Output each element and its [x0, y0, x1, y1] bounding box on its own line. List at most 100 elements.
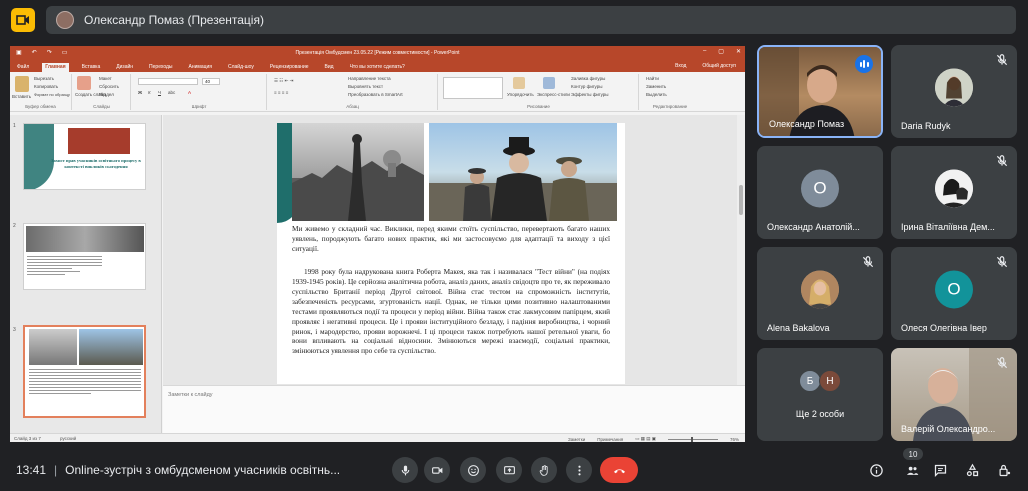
- select-button[interactable]: Выделить: [646, 92, 667, 97]
- bullets-button[interactable]: ☰ ☷ ⇤ ⇥: [274, 78, 293, 84]
- slide-scrollbar[interactable]: [737, 115, 745, 385]
- shape-outline-button[interactable]: Контур фигуры: [571, 84, 602, 89]
- host-controls-button[interactable]: [994, 460, 1014, 480]
- tab-design[interactable]: Дизайн: [113, 63, 136, 72]
- undo-icon[interactable]: ↶: [32, 49, 37, 56]
- presenter-banner[interactable]: Олександр Помаз (Презентація): [46, 6, 1016, 34]
- comments-toggle[interactable]: Примечания: [597, 437, 623, 442]
- font-size-field[interactable]: 40: [202, 78, 220, 85]
- group-label-drawing: Рисование: [527, 104, 550, 109]
- italic-button[interactable]: К: [148, 90, 151, 95]
- raise-hand-button[interactable]: [531, 457, 557, 483]
- align-text-button[interactable]: Выровнять текст: [348, 84, 383, 89]
- sign-in-link[interactable]: Вход: [672, 62, 689, 71]
- thumb-text-lines: [27, 256, 102, 277]
- scrollbar-thumb[interactable]: [739, 185, 743, 215]
- camera-button[interactable]: [424, 457, 450, 483]
- tab-transitions[interactable]: Переходы: [146, 63, 175, 72]
- participant-tile-others[interactable]: Б Н Ще 2 особи: [757, 348, 883, 441]
- ppt-title-bar: ▣ ↶ ↷ ▭ Презентація Омбудсмен 23.05.22 […: [10, 46, 745, 60]
- slide-thumbnail-2[interactable]: [23, 223, 146, 290]
- participant-tile-6[interactable]: О Олеся Олегівна Івер: [891, 247, 1017, 340]
- presenter-label: Олександр Помаз (Презентація): [84, 13, 264, 27]
- view-buttons[interactable]: ▭ ▦ ▤ ▣: [635, 436, 656, 442]
- notes-pane[interactable]: Заметки к слайду: [163, 385, 745, 433]
- slide-thumbnail-3[interactable]: [23, 325, 146, 418]
- text-direction-button[interactable]: Направление текста: [348, 76, 391, 81]
- format-painter-button[interactable]: Формат по образцу: [34, 92, 70, 97]
- thumb-number: 2: [13, 223, 16, 229]
- section-button[interactable]: Раздел: [99, 92, 114, 97]
- share-button[interactable]: Общий доступ: [699, 62, 739, 71]
- chat-icon: [934, 464, 946, 477]
- participant-tile-1[interactable]: Олександр Помаз: [757, 45, 883, 138]
- shape-fill-button[interactable]: Заливка фигуры: [571, 76, 605, 81]
- people-button[interactable]: [902, 460, 922, 480]
- chat-button[interactable]: [930, 460, 950, 480]
- find-button[interactable]: Найти: [646, 76, 659, 81]
- emoji-icon: [467, 464, 479, 476]
- quick-styles-icon[interactable]: [543, 77, 555, 89]
- tab-file[interactable]: Файл: [14, 63, 32, 72]
- save-icon[interactable]: ▣: [16, 49, 22, 56]
- participant-avatar: О: [801, 168, 839, 207]
- activities-button[interactable]: [962, 460, 982, 480]
- tab-home[interactable]: Главная: [42, 63, 69, 72]
- meeting-details-button[interactable]: [866, 460, 886, 480]
- layout-button[interactable]: Макет: [99, 76, 112, 81]
- close-icon[interactable]: ✕: [736, 48, 741, 55]
- participant-tile-8[interactable]: Валерій Олександро...: [891, 348, 1017, 441]
- present-screen-button[interactable]: [496, 457, 522, 483]
- participant-tile-2[interactable]: Daria Rudyk: [891, 45, 1017, 138]
- reset-button[interactable]: Сбросить: [99, 84, 119, 89]
- strikethrough-button[interactable]: abc: [168, 90, 175, 95]
- align-buttons[interactable]: ≡ ≡ ≡ ≡: [274, 90, 288, 95]
- zoom-slider[interactable]: [667, 436, 718, 442]
- microphone-button[interactable]: [392, 457, 418, 483]
- smartart-button[interactable]: Преобразовать в SmartArt: [348, 92, 403, 97]
- underline-button[interactable]: Ч: [158, 90, 161, 95]
- font-color-button[interactable]: A: [188, 90, 191, 95]
- shape-effects-button[interactable]: Эффекты фигуры: [571, 92, 609, 97]
- current-slide[interactable]: Ми живемо у складний час. Виклики, перед…: [277, 123, 625, 384]
- notes-toggle[interactable]: Заметки: [568, 437, 585, 442]
- copy-button[interactable]: Копировать: [34, 84, 58, 89]
- group-label-paragraph: Абзац: [346, 104, 359, 109]
- tab-animation[interactable]: Анимация: [186, 63, 215, 72]
- more-options-button[interactable]: [566, 457, 592, 483]
- paste-button[interactable]: Вставить: [12, 94, 31, 99]
- font-name-field[interactable]: [138, 78, 198, 85]
- arrange-button[interactable]: Упорядочить: [507, 92, 534, 97]
- quick-styles-button[interactable]: Экспресс-стили: [537, 92, 570, 97]
- participant-avatar: [801, 269, 839, 308]
- participant-tile-5[interactable]: Alena Bakalova: [757, 247, 883, 340]
- tell-me-search[interactable]: Что вы хотите сделать?: [347, 63, 408, 72]
- avatar-photo: [801, 269, 839, 308]
- zoom-level[interactable]: 76%: [730, 437, 739, 442]
- slideshow-icon[interactable]: ▭: [62, 49, 68, 56]
- redo-icon[interactable]: ↷: [47, 49, 52, 56]
- slide-thumbnail-1[interactable]: Захист прав учасників освітнього процесу…: [23, 123, 146, 190]
- thumb-number: 1: [13, 123, 16, 129]
- minimize-icon[interactable]: –: [703, 48, 706, 55]
- replace-button[interactable]: Заменить: [646, 84, 666, 89]
- cut-button[interactable]: Вырезать: [34, 76, 54, 81]
- bold-button[interactable]: Ж: [138, 90, 142, 95]
- top-bar: Олександр Помаз (Презентація): [0, 0, 1028, 42]
- shapes-gallery[interactable]: [443, 77, 503, 99]
- new-slide-icon[interactable]: [77, 76, 91, 90]
- participant-tile-4[interactable]: Ірина Віталіївна Дем...: [891, 146, 1017, 239]
- language-indicator[interactable]: русский: [60, 436, 76, 441]
- tab-review[interactable]: Рецензирование: [267, 63, 312, 72]
- tab-slideshow[interactable]: Слайд-шоу: [225, 63, 257, 72]
- tab-view[interactable]: Вид: [322, 63, 337, 72]
- maximize-icon[interactable]: ▢: [718, 48, 724, 55]
- leave-call-button[interactable]: [600, 457, 638, 483]
- slide-photo-churchill: [429, 123, 617, 221]
- avatar-photo: [935, 67, 973, 106]
- tab-insert[interactable]: Вставка: [79, 63, 104, 72]
- paste-icon[interactable]: [15, 76, 29, 92]
- reactions-button[interactable]: [460, 457, 486, 483]
- arrange-icon[interactable]: [513, 77, 525, 89]
- participant-tile-3[interactable]: О Олександр Анатолій...: [757, 146, 883, 239]
